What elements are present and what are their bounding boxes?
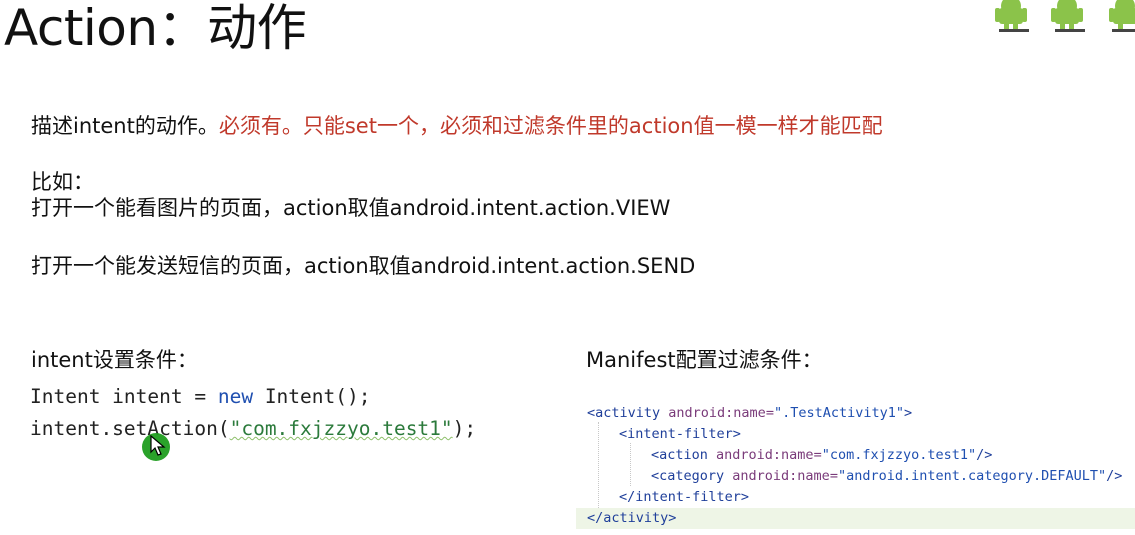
android-robot-icon <box>995 0 1135 34</box>
manifest-xml-snippet: <activity android:name=".TestActivity1">… <box>576 400 1135 532</box>
xml-intent-filter-open: <intent-filter> <box>619 426 741 442</box>
xml-activity-close: </activity> <box>576 508 1135 529</box>
keyword-new: new <box>217 385 254 408</box>
cursor-icon <box>150 435 166 456</box>
xml-activity-open: <activity android:name=".TestActivity1"> <box>587 405 913 421</box>
xml-category: <category android:name="android.intent.c… <box>651 468 1123 484</box>
action-string: "com.fxjzzyo.test1" <box>229 417 453 440</box>
xml-action: <action android:name="com.fxjzzyo.test1"… <box>651 447 993 463</box>
xml-intent-filter-close: </intent-filter> <box>619 489 750 505</box>
example-view: 打开一个能看图片的页面，action取值android.intent.actio… <box>31 196 671 220</box>
description-text: 描述intent的动作。 <box>31 114 219 138</box>
manifest-heading: Manifest配置过滤条件： <box>586 348 823 372</box>
description-highlight: 必须有。只能set一个，必须和过滤条件里的action值一模一样才能匹配 <box>218 114 883 138</box>
intent-heading: intent设置条件： <box>31 348 198 372</box>
java-code-line-2: intent.setAction("com.fxjzzyo.test1"); <box>30 417 477 440</box>
java-code-line-1: Intent intent = new Intent(); <box>30 385 371 408</box>
slide-title: Action：动作 <box>4 0 307 57</box>
action-description: 描述intent的动作。必须有。只能set一个，必须和过滤条件里的action值… <box>31 110 883 140</box>
example-send: 打开一个能发送短信的页面，action取值android.intent.acti… <box>31 254 696 278</box>
